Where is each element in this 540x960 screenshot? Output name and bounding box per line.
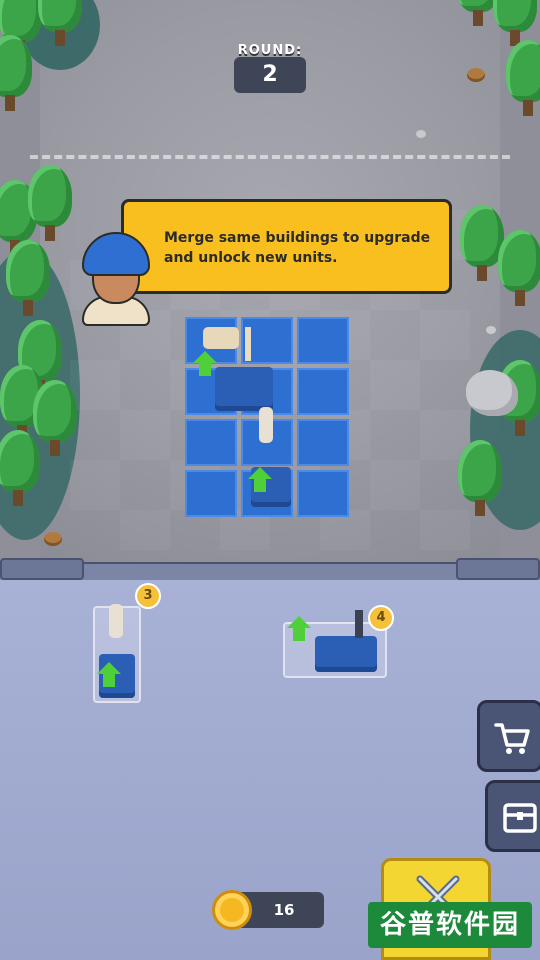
upgrade-arrow-icon (287, 616, 311, 642)
tree-stump (44, 532, 62, 546)
wall-cap (456, 558, 540, 580)
chest-button[interactable] (485, 780, 540, 852)
commander-avatar (78, 232, 154, 326)
chest-icon (503, 803, 537, 833)
tutorial-bubble: Merge same buildings to upgrade and unlo… (121, 199, 452, 294)
unit-level-badge: 4 (368, 605, 394, 631)
grid-cell[interactable] (297, 317, 349, 364)
upgrade-arrow-icon (248, 467, 272, 493)
grid-cell[interactable] (185, 470, 237, 517)
upgrade-arrow-icon (193, 351, 217, 377)
coin-amount: 16 (273, 901, 295, 919)
round-label: ROUND: (237, 43, 303, 58)
merge-grid (185, 317, 352, 518)
watermark: 谷普软件园 (368, 902, 532, 948)
wall-cap (0, 558, 84, 580)
grid-cell[interactable] (297, 419, 349, 466)
deployment-line (30, 155, 510, 159)
bench-slot-cannon-base[interactable] (283, 610, 387, 678)
tree-stump (467, 68, 485, 82)
grid-cell[interactable] (297, 368, 349, 415)
upgrade-arrow-icon (97, 662, 121, 688)
bench-slot-soldier-tower[interactable] (93, 604, 141, 703)
cart-icon (494, 723, 530, 754)
pebble (486, 326, 496, 334)
unit-level-badge: 3 (135, 583, 161, 609)
cannon-base-unit (311, 610, 381, 674)
grid-cell[interactable] (185, 419, 237, 466)
coin-icon (212, 890, 252, 930)
shop-button[interactable] (477, 700, 540, 772)
grid-cell[interactable] (297, 470, 349, 517)
pebble (416, 130, 426, 138)
round-counter: 2 (234, 57, 306, 93)
tutorial-message: Merge same buildings to upgrade and unlo… (164, 230, 431, 266)
